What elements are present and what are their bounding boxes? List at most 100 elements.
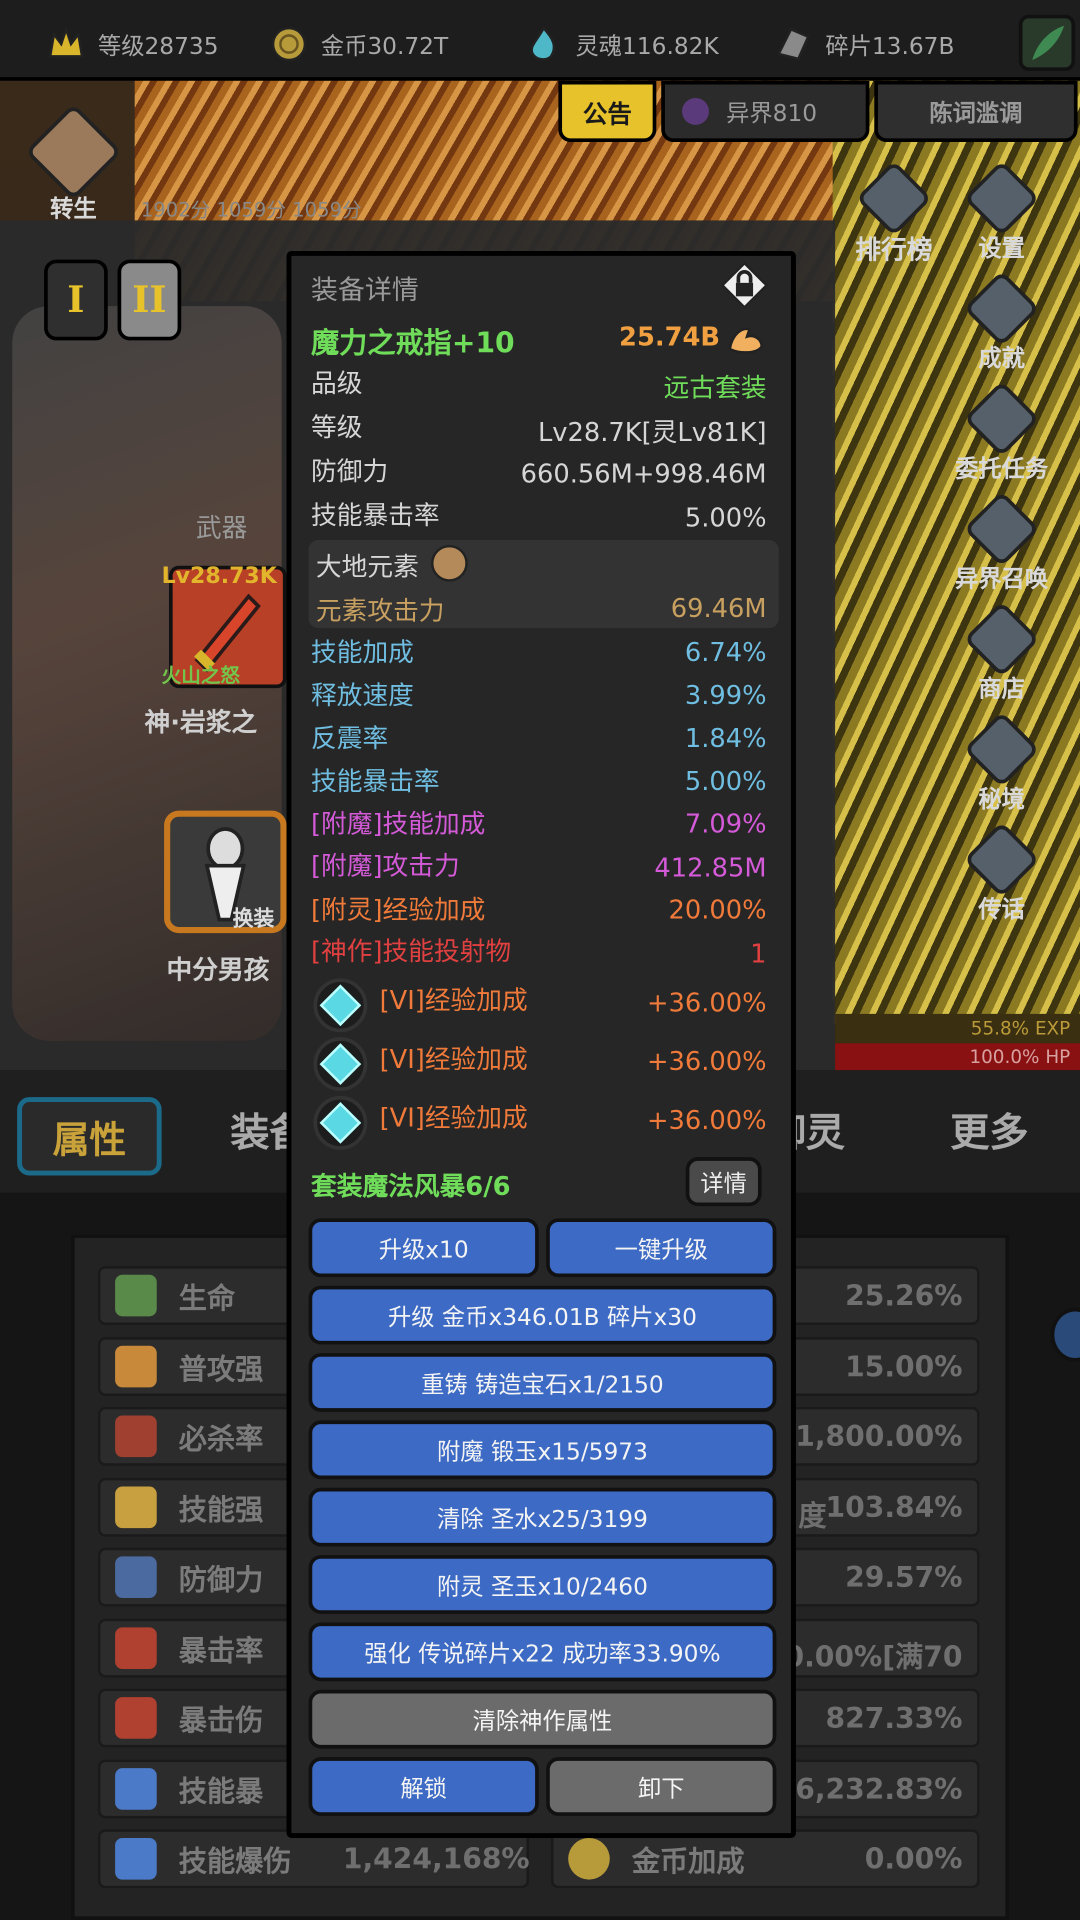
weapon-name: 火山之怒 xyxy=(161,663,241,687)
stat-name: 技能暴 xyxy=(178,1776,264,1808)
stat-name: 生命 xyxy=(178,1283,236,1316)
gem-value: +36.00% xyxy=(646,1105,767,1136)
defense-value: 660.56M+998.46M xyxy=(520,459,767,489)
sleep-bubble-icon[interactable] xyxy=(1050,1307,1080,1362)
gem-value: +36.00% xyxy=(646,988,767,1018)
side-menu-scroll[interactable]: 委托任务 xyxy=(953,380,1051,484)
side-menu-horn[interactable]: 传话 xyxy=(953,821,1051,925)
enchant-attack-value: 412.85M xyxy=(654,853,767,883)
stat-value: 1,800.00% xyxy=(795,1421,963,1454)
stat-icon xyxy=(115,1485,157,1528)
bonus-stat-label: 反震率 xyxy=(311,723,389,754)
coin-icon xyxy=(269,24,308,63)
announcement-button[interactable]: 公告 xyxy=(558,80,657,143)
unequip-button[interactable]: 卸下 xyxy=(546,1757,777,1816)
star-icon xyxy=(963,270,1040,347)
gear-icon xyxy=(963,160,1040,237)
hp-text: 100.0% HP xyxy=(969,1045,1071,1068)
chen-button[interactable]: 陈词滥调 xyxy=(874,80,1078,143)
stat-icon xyxy=(115,1767,157,1810)
tab-attributes[interactable]: 属性 xyxy=(17,1097,162,1176)
stat-icon xyxy=(115,1626,157,1669)
element-label: 大地元素 xyxy=(315,552,419,582)
side-menu-label: 成就 xyxy=(978,345,1025,373)
side-menu-label: 委托任务 xyxy=(955,455,1049,483)
stat-name: 金币加成 xyxy=(631,1846,745,1879)
bonus-stat-label: 技能暴击率 xyxy=(311,766,440,796)
coin-icon xyxy=(568,1837,610,1880)
side-menu-gear[interactable]: 设置 xyxy=(953,160,1051,263)
stat-icon xyxy=(115,1345,157,1387)
weapon-section-label: 武器 xyxy=(195,513,248,543)
level-value: Lv28.7K[灵Lv81K] xyxy=(537,417,767,447)
stat-name: 必杀率 xyxy=(178,1424,264,1456)
stat-name: 暴击伤 xyxy=(178,1705,264,1738)
stat-value: 0.00% xyxy=(864,1844,963,1876)
leaf-menu-icon[interactable] xyxy=(1018,14,1076,72)
enchant-attack-label: [附魔]攻击力 xyxy=(311,851,460,881)
set-details-button[interactable]: 详情 xyxy=(685,1157,762,1207)
gem-icon[interactable] xyxy=(313,1037,368,1092)
stat-value: 1,424,168% xyxy=(342,1844,530,1876)
side-menu-shop[interactable]: 商店 xyxy=(953,601,1051,704)
score-line: 1902分 1059分 1059分 xyxy=(140,198,362,222)
realm-text: 异界810 xyxy=(726,99,818,127)
clear-button[interactable]: 清除 圣水x25/3199 xyxy=(308,1487,777,1547)
soul-resource: 灵魂116.82K xyxy=(524,20,719,69)
item-power: 25.74B xyxy=(619,322,721,352)
lock-icon[interactable] xyxy=(720,261,769,310)
realm-button[interactable]: 异界810 xyxy=(661,80,870,143)
gem-diamond-icon xyxy=(319,1043,362,1085)
muscle-icon xyxy=(725,317,767,359)
gold-resource: 金币30.72T xyxy=(269,20,448,69)
side-menu-star[interactable]: 成就 xyxy=(953,270,1051,374)
one-key-upgrade-button[interactable]: 一键升级 xyxy=(546,1218,777,1278)
soul-flame-icon xyxy=(524,24,563,63)
stat-name: 普攻强 xyxy=(178,1353,264,1386)
crown-icon xyxy=(47,24,86,63)
shop-icon xyxy=(963,601,1040,678)
hp-bar: 100.0% HP xyxy=(835,1043,1080,1071)
change-outfit-label[interactable]: 换装 xyxy=(233,901,275,931)
side-menu-portal[interactable]: 异界召唤 xyxy=(953,490,1051,594)
strengthen-button[interactable]: 强化 传说碎片x22 成功率33.90% xyxy=(308,1622,777,1682)
divine-label: [神作]技能投射物 xyxy=(311,936,512,967)
equipment-detail-dialog: 装备详情 魔力之戒指+10 25.74B 品级 远古套装 等级 Lv28.7K[… xyxy=(286,251,796,1838)
level-label: 等级 xyxy=(311,412,363,443)
clear-divine-button[interactable]: 清除神作属性 xyxy=(308,1689,777,1749)
gold-text: 金币30.72T xyxy=(320,32,449,60)
unlock-button[interactable]: 解锁 xyxy=(308,1757,539,1816)
bonus-stat-value: 5.00% xyxy=(684,766,767,796)
enchant-skill-value: 7.09% xyxy=(684,809,767,839)
upgrade-button[interactable]: 升级 金币x346.01B 碎片x30 xyxy=(308,1285,777,1345)
gem-icon[interactable] xyxy=(313,1095,368,1150)
side-menu-label: 设置 xyxy=(978,235,1025,263)
stat-name: 防御力 xyxy=(178,1564,264,1597)
stat-name: 技能强 xyxy=(178,1494,264,1527)
horn-icon xyxy=(963,821,1040,898)
exp-bar: 55.8% EXP xyxy=(835,1013,1080,1044)
spirit-exp-value: 20.00% xyxy=(668,895,767,925)
tab-more[interactable]: 更多 xyxy=(950,1102,1028,1158)
gem-diamond-icon xyxy=(319,1102,362,1144)
gem-diamond-icon xyxy=(319,984,362,1027)
side-menu-trophy[interactable]: 排行榜 xyxy=(845,160,943,267)
side-menu-label: 秘境 xyxy=(978,786,1025,814)
earth-element-icon xyxy=(431,544,468,582)
side-menu-vortex[interactable]: 秘境 xyxy=(953,711,1051,814)
set-label: 套装魔法风暴6/6 xyxy=(311,1171,511,1202)
enchant-button[interactable]: 附魔 锻玉x15/5973 xyxy=(308,1420,777,1480)
equip-tab-1[interactable]: I xyxy=(44,259,108,341)
divine-value: 1 xyxy=(750,939,767,969)
spirit-button[interactable]: 附灵 圣玉x10/2460 xyxy=(308,1555,777,1614)
equip-tab-2[interactable]: II xyxy=(117,259,182,341)
side-menu-label: 排行榜 xyxy=(855,235,933,265)
fragment-resource: 碎片13.67B xyxy=(774,20,954,69)
reforge-button[interactable]: 重铸 铸造宝石x1/2150 xyxy=(308,1353,777,1412)
gem-icon[interactable] xyxy=(313,978,368,1033)
side-menu-label: 异界召唤 xyxy=(955,565,1049,593)
rebirth-cross-icon xyxy=(24,103,122,201)
stat-value: 103.84% xyxy=(825,1492,963,1524)
upgrade-x10-button[interactable]: 升级x10 xyxy=(308,1218,539,1278)
rebirth-button[interactable]: 转生 xyxy=(24,103,122,225)
